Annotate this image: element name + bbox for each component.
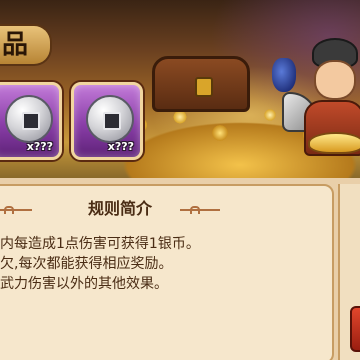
treasure-chest-icon	[152, 56, 250, 112]
golden-lamp-icon	[308, 132, 360, 154]
rules-heading: 规则简介	[87, 199, 152, 218]
rules-heading-row: 规则简介	[0, 198, 336, 222]
left-ornament-icon	[0, 206, 44, 214]
rules-list: 内每造成1点伤害可获得1银币。 欠,每次都能获得相应奖励。 武力伤害以外的其他效…	[0, 234, 336, 294]
right-ornament-icon	[180, 206, 224, 214]
rule-line: 武力伤害以外的其他效果。	[0, 276, 168, 292]
reward-title: 品	[0, 24, 52, 66]
event-banner: 品 x??? x???	[0, 0, 360, 178]
reward-quantity: x???	[107, 140, 134, 153]
reward-quantity: x???	[26, 140, 53, 153]
rule-line: 内每造成1点伤害可获得1银币。	[0, 236, 200, 252]
blue-vase-icon	[272, 58, 296, 92]
action-button[interactable]	[350, 306, 360, 352]
silver-coin-icon	[86, 95, 134, 143]
rule-line: 欠,每次都能获得相应奖励。	[0, 256, 173, 272]
silver-coin-icon	[5, 95, 53, 143]
reward-slot-1[interactable]: x???	[0, 82, 62, 160]
reward-slot-2[interactable]: x???	[71, 82, 143, 160]
